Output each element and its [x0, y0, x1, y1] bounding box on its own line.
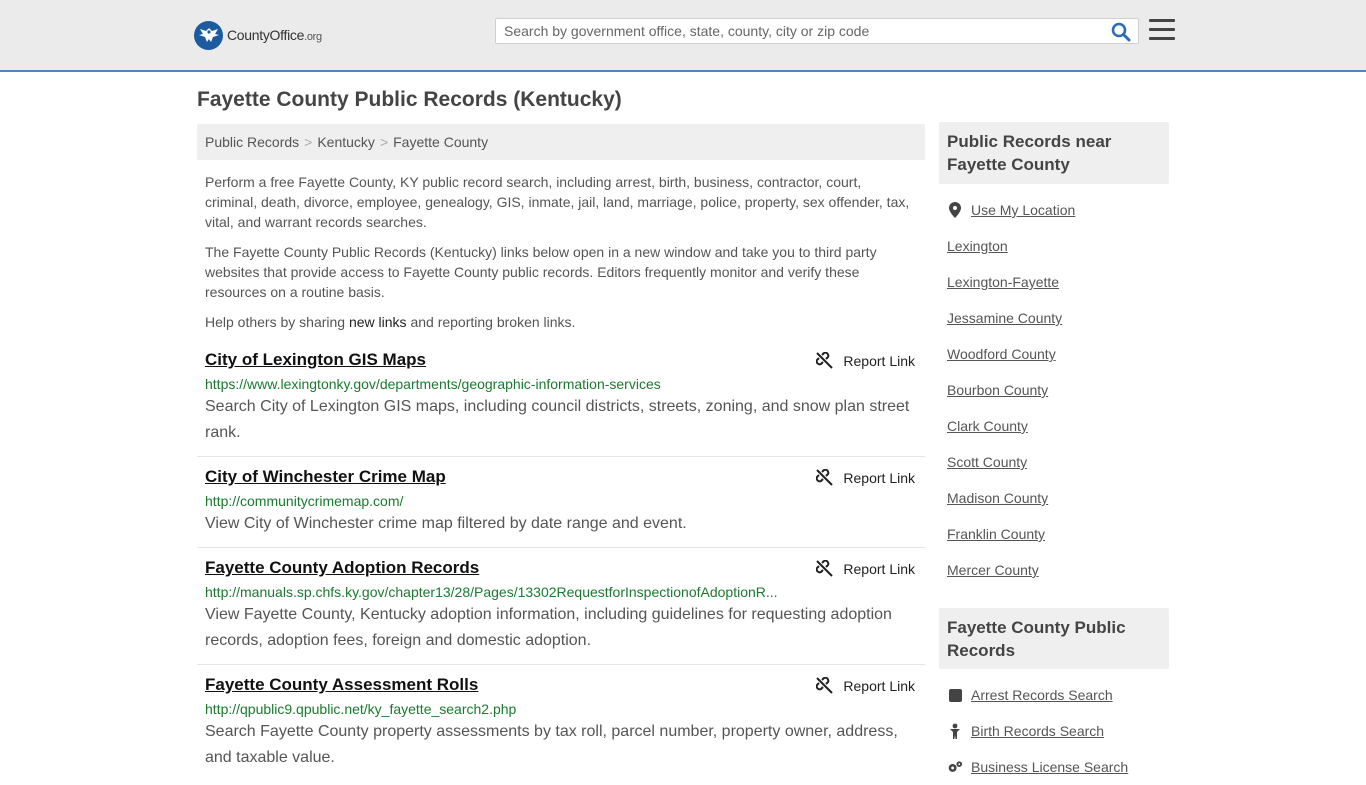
record-description: View Fayette County, Kentucky adoption i… — [205, 606, 892, 649]
broken-link-icon — [816, 352, 834, 369]
sidebar-records-title: Fayette County Public Records — [947, 618, 1126, 660]
baby-icon — [947, 723, 963, 739]
sidebar-near-header: Public Records near Fayette County — [939, 122, 1169, 184]
sidebar-near-title: Public Records near Fayette County — [947, 132, 1112, 174]
broken-link-icon — [816, 560, 834, 577]
record-title-link[interactable]: Fayette County Adoption Records — [205, 558, 479, 577]
page-title: Fayette County Public Records (Kentucky) — [197, 88, 622, 111]
record-url[interactable]: http://communitycrimemap.com/ — [205, 493, 781, 509]
square-icon — [947, 687, 963, 703]
sidebar-records-list: Arrest Records Search Birth Records Sear… — [947, 677, 1169, 785]
search-box — [495, 18, 1139, 44]
hamburger-menu-icon[interactable] — [1149, 19, 1175, 43]
arrest-records-link[interactable]: Arrest Records Search — [971, 687, 1113, 703]
new-links-link[interactable]: new links — [349, 314, 407, 330]
record-item: City of Lexington GIS Maps Report Link h… — [197, 350, 925, 457]
breadcrumb-kentucky[interactable]: Kentucky — [317, 134, 375, 150]
sidebar-record-item[interactable]: Birth Records Search — [947, 713, 1169, 749]
search-input[interactable] — [496, 19, 1104, 43]
intro-paragraph-2: The Fayette County Public Records (Kentu… — [205, 244, 877, 300]
search-icon[interactable] — [1110, 21, 1132, 43]
sidebar-record-item[interactable]: Business License Search — [947, 749, 1169, 785]
business-license-link[interactable]: Business License Search — [971, 759, 1128, 775]
near-link-madison-county[interactable]: Madison County — [947, 490, 1048, 506]
sidebar-record-item[interactable]: Arrest Records Search — [947, 677, 1169, 713]
record-title-link[interactable]: City of Winchester Crime Map — [205, 467, 446, 486]
intro-paragraph-3: Help others by sharing new links and rep… — [205, 314, 576, 330]
record-description: Search City of Lexington GIS maps, inclu… — [205, 398, 910, 441]
use-my-location-item[interactable]: Use My Location — [947, 192, 1169, 228]
near-link-bourbon-county[interactable]: Bourbon County — [947, 382, 1048, 398]
intro-paragraph-1: Perform a free Fayette County, KY public… — [205, 174, 910, 230]
near-link-mercer-county[interactable]: Mercer County — [947, 562, 1039, 578]
logo-text: CountyOffice.org — [227, 27, 322, 43]
top-bar: CountyOffice.org — [0, 0, 1366, 72]
record-item: Fayette County Assessment Rolls Report L… — [197, 675, 925, 768]
broken-link-icon — [816, 677, 834, 694]
breadcrumb-public-records[interactable]: Public Records — [205, 134, 299, 150]
record-title-link[interactable]: Fayette County Assessment Rolls — [205, 675, 478, 694]
intro-text: Perform a free Fayette County, KY public… — [205, 172, 917, 342]
record-url[interactable]: https://www.lexingtonky.gov/departments/… — [205, 376, 781, 392]
report-link-button[interactable]: Report Link — [816, 469, 915, 486]
near-link-clark-county[interactable]: Clark County — [947, 418, 1028, 434]
breadcrumb-separator: > — [304, 134, 313, 150]
near-link-woodford-county[interactable]: Woodford County — [947, 346, 1056, 362]
near-link-lexington-fayette[interactable]: Lexington-Fayette — [947, 274, 1059, 290]
broken-link-icon — [816, 469, 834, 486]
sidebar-records-header: Fayette County Public Records — [939, 608, 1169, 669]
record-description: View City of Winchester crime map filter… — [205, 515, 687, 532]
birth-records-link[interactable]: Birth Records Search — [971, 723, 1104, 739]
breadcrumb-fayette-county[interactable]: Fayette County — [393, 134, 488, 150]
logo-eagle-icon — [194, 20, 223, 50]
site-logo[interactable]: CountyOffice.org — [194, 20, 322, 50]
near-link-jessamine-county[interactable]: Jessamine County — [947, 310, 1062, 326]
use-my-location-link[interactable]: Use My Location — [971, 202, 1075, 218]
record-item: City of Winchester Crime Map Report Link… — [197, 467, 925, 548]
gears-icon — [947, 759, 963, 775]
report-link-button[interactable]: Report Link — [816, 677, 915, 694]
breadcrumb: Public Records > Kentucky > Fayette County — [197, 124, 925, 160]
record-url[interactable]: http://manuals.sp.chfs.ky.gov/chapter13/… — [205, 584, 781, 600]
record-description: Search Fayette County property assessmen… — [205, 723, 898, 766]
near-link-lexington[interactable]: Lexington — [947, 238, 1008, 254]
map-pin-icon — [947, 202, 963, 218]
report-link-button[interactable]: Report Link — [816, 352, 915, 369]
record-title-link[interactable]: City of Lexington GIS Maps — [205, 350, 426, 369]
breadcrumb-separator: > — [379, 134, 389, 150]
near-link-franklin-county[interactable]: Franklin County — [947, 526, 1045, 542]
record-item: Fayette County Adoption Records Report L… — [197, 558, 925, 665]
near-link-scott-county[interactable]: Scott County — [947, 454, 1027, 470]
report-link-button[interactable]: Report Link — [816, 560, 915, 577]
sidebar-near-list: Use My Location Lexington Lexington-Faye… — [947, 192, 1169, 588]
record-url[interactable]: http://qpublic9.qpublic.net/ky_fayette_s… — [205, 701, 781, 717]
